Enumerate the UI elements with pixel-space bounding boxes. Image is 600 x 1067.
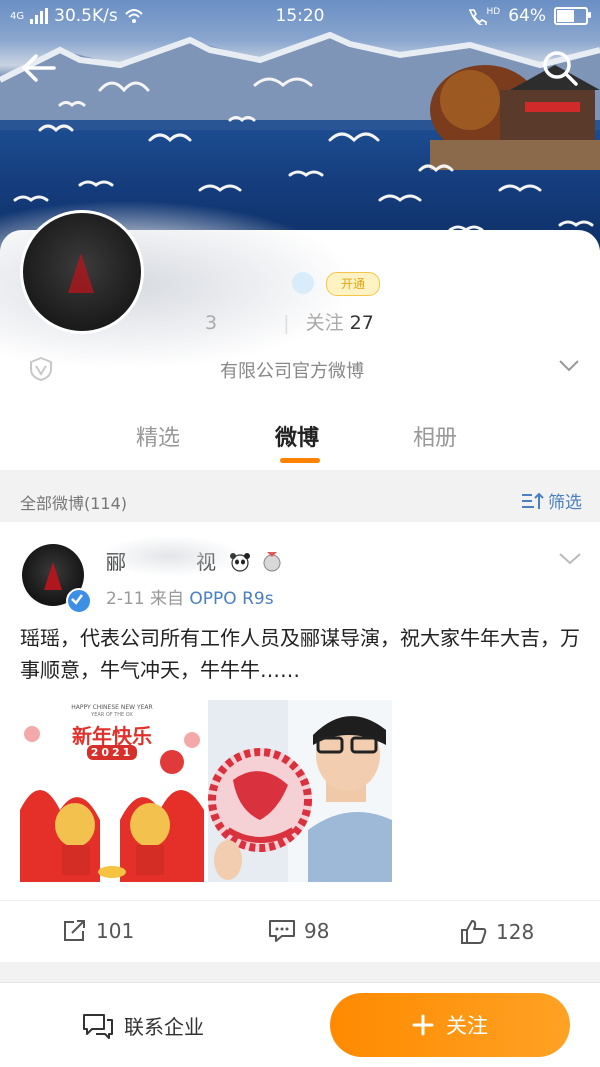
active-tab-indicator bbox=[280, 458, 320, 463]
repost-button[interactable]: 101 bbox=[62, 919, 134, 943]
post-card: 郦视 2-11 来自 OPPO R9s 瑶瑶，代表公司所有工作人员及郦谋导演，祝… bbox=[0, 522, 600, 962]
status-bar: 4G 30.5K/s 15:20 HD 64% bbox=[0, 0, 600, 32]
hd-label: HD bbox=[486, 7, 501, 17]
chevron-down-icon[interactable] bbox=[558, 359, 580, 373]
post-image-newyear[interactable]: HAPPY CHINESE NEW YEAR YEAR OF THE OX 新年… bbox=[20, 700, 204, 882]
plus-icon bbox=[412, 1014, 434, 1036]
follow-label: 关注 bbox=[446, 1014, 488, 1038]
filter-label: 筛选 bbox=[548, 493, 582, 513]
contact-company-button[interactable]: 联系企业 bbox=[82, 1011, 204, 1040]
comment-count: 98 bbox=[304, 919, 330, 943]
all-posts-count: 全部微博(114) bbox=[20, 494, 128, 513]
following-count[interactable]: 27 bbox=[350, 312, 374, 334]
profile-avatar[interactable] bbox=[20, 210, 144, 334]
profile-tabs: 精选 微博 相册 bbox=[0, 410, 600, 470]
follow-button[interactable]: 关注 bbox=[330, 993, 570, 1057]
contact-label: 联系企业 bbox=[124, 1015, 204, 1039]
medal-icon bbox=[263, 552, 281, 572]
filter-button[interactable]: 筛选 bbox=[520, 488, 582, 513]
battery-icon bbox=[554, 7, 591, 25]
comment-icon bbox=[269, 920, 295, 942]
verified-check-icon bbox=[66, 588, 92, 614]
verified-shield-icon bbox=[30, 357, 52, 381]
redacted-name-overlay bbox=[100, 536, 240, 576]
following-label[interactable]: 关注 bbox=[306, 312, 344, 334]
followers-count[interactable]: 3 bbox=[205, 312, 217, 334]
follow-stats: 3 | 关注 27 bbox=[205, 312, 374, 334]
like-count: 128 bbox=[496, 920, 535, 944]
profile-description: 有限公司官方微博 bbox=[220, 361, 364, 382]
share-icon bbox=[64, 920, 85, 941]
repost-count: 101 bbox=[96, 919, 135, 943]
chat-icon bbox=[83, 1013, 113, 1039]
post-source-prefix: 来自 bbox=[150, 589, 184, 609]
post-image-papercut[interactable] bbox=[208, 700, 392, 882]
tab-album[interactable]: 相册 bbox=[413, 420, 457, 452]
description-row[interactable]: 有限公司官方微博 bbox=[30, 355, 590, 385]
newyear-year: 2021 bbox=[20, 745, 204, 760]
bottom-bar: 联系企业 关注 bbox=[0, 982, 600, 1067]
filter-bar: 全部微博(114) 筛选 bbox=[0, 478, 600, 520]
tab-featured[interactable]: 精选 bbox=[136, 420, 180, 452]
filter-icon bbox=[522, 492, 544, 509]
comment-button[interactable]: 98 bbox=[268, 919, 329, 943]
verified-badge-icon bbox=[292, 272, 314, 294]
thumbs-up-icon bbox=[461, 920, 487, 944]
post-meta: 2-11 来自 OPPO R9s bbox=[106, 584, 274, 609]
newyear-header: HAPPY CHINESE NEW YEAR bbox=[71, 704, 153, 711]
like-button[interactable]: 128 bbox=[460, 919, 534, 945]
post-actions: 101 98 128 bbox=[0, 900, 600, 963]
post-source[interactable]: OPPO R9s bbox=[189, 589, 273, 609]
post-text: 瑶瑶，代表公司所有工作人员及郦谋导演，祝大家牛年大吉，万事顺意，牛气冲天，牛牛牛… bbox=[20, 626, 580, 682]
open-membership-badge[interactable]: 开通 bbox=[326, 272, 380, 296]
newyear-subheader: YEAR OF THE OX bbox=[91, 712, 133, 718]
search-icon[interactable] bbox=[540, 48, 580, 88]
battery-percent: 64% bbox=[508, 6, 546, 26]
hd-call-icon bbox=[468, 9, 487, 25]
back-arrow-icon[interactable] bbox=[18, 48, 58, 88]
post-date: 2-11 bbox=[106, 589, 145, 609]
tab-weibo[interactable]: 微博 bbox=[275, 420, 319, 452]
post-menu-chevron-icon[interactable] bbox=[558, 552, 582, 566]
